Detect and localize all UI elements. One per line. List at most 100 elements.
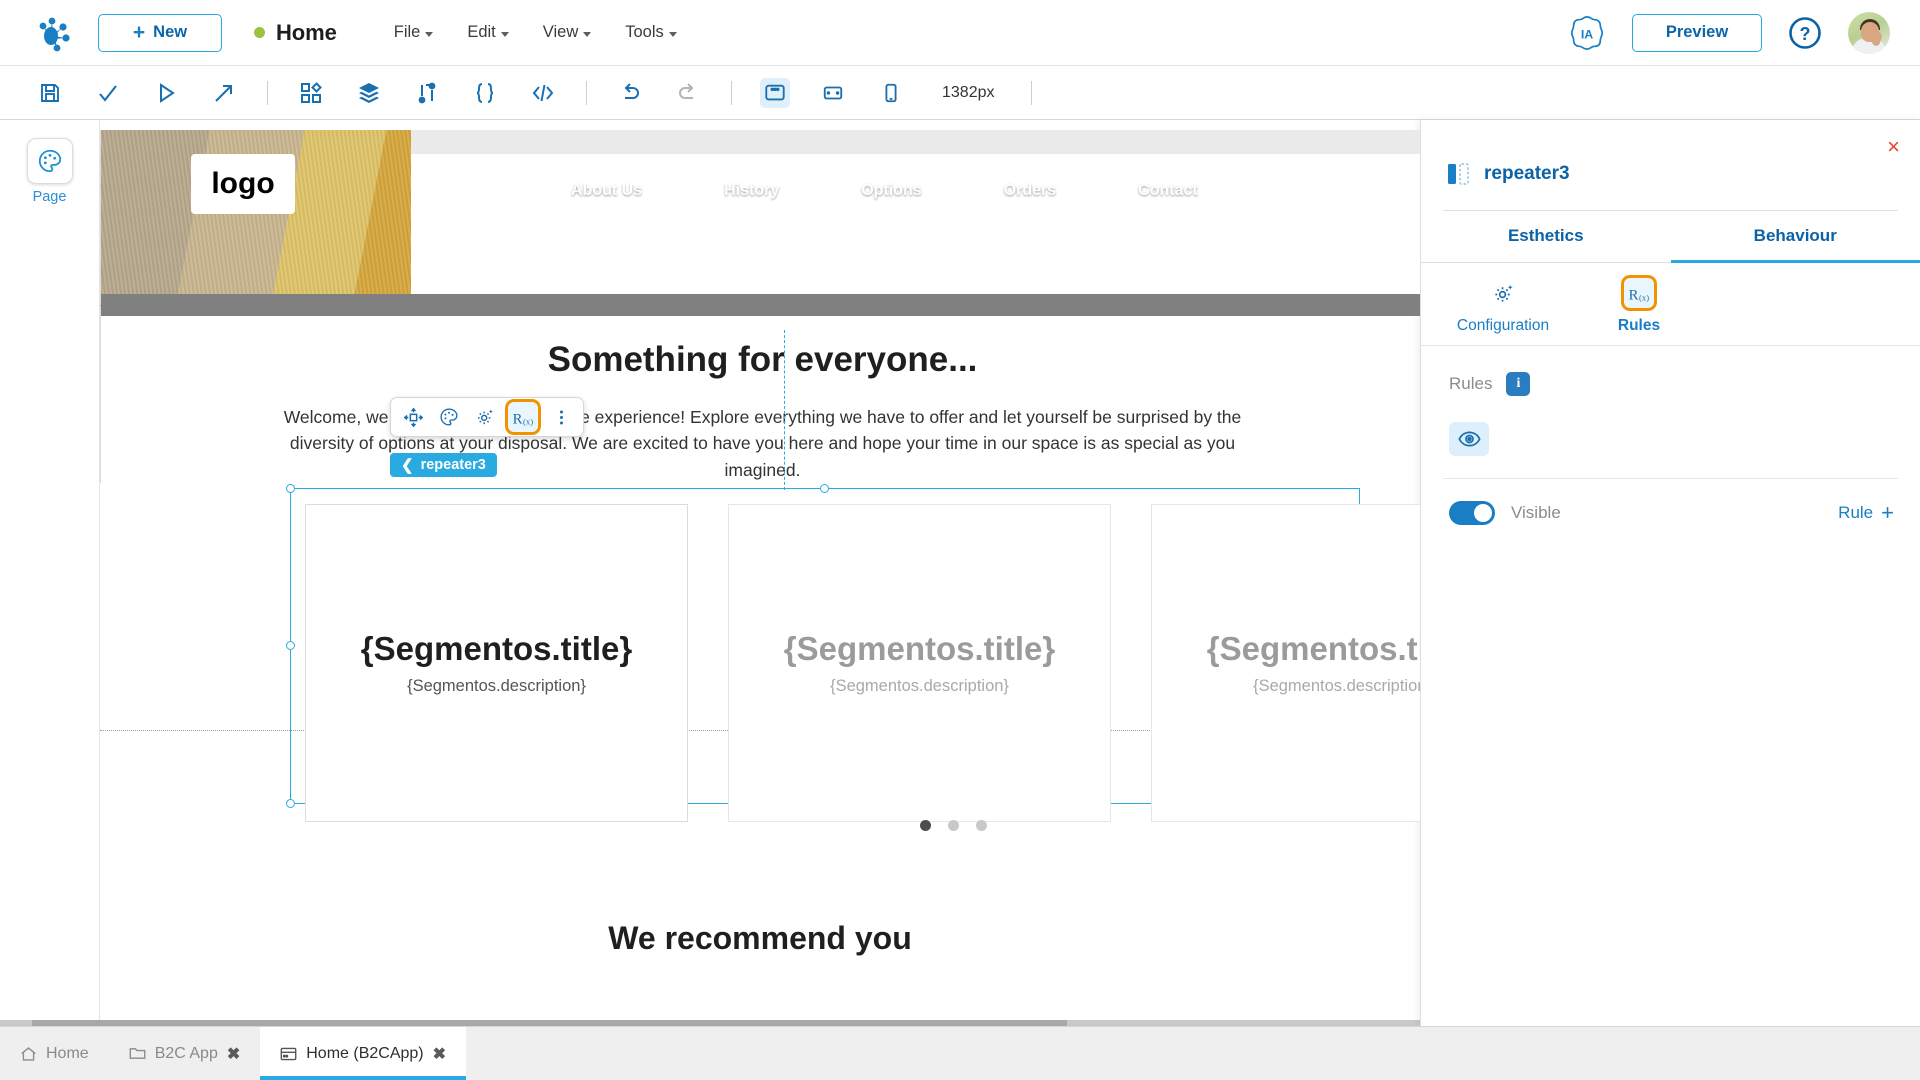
plus-icon: + — [1881, 500, 1894, 525]
subtab-configuration[interactable]: Configuration — [1449, 275, 1557, 335]
element-toolbar[interactable]: R (x) — [390, 397, 584, 437]
palette-icon[interactable] — [433, 402, 465, 432]
undo-icon[interactable] — [615, 78, 645, 108]
preview-button[interactable]: Preview — [1632, 13, 1762, 52]
bottom-tab-b2c-app[interactable]: B2C App ✖ — [109, 1027, 261, 1080]
carousel-dot[interactable] — [948, 820, 959, 831]
svg-text:(x): (x) — [1639, 292, 1649, 302]
panel-sub-tabs: Configuration R (x) Rules — [1421, 263, 1920, 346]
folder-icon — [129, 1048, 146, 1059]
panel-header: repeater3 — [1421, 120, 1920, 186]
avatar[interactable] — [1848, 11, 1890, 54]
site-logo: logo — [191, 154, 295, 214]
more-options-icon[interactable] — [545, 402, 577, 432]
subtab-rules-label: Rules — [1617, 317, 1661, 334]
carousel-dot[interactable] — [920, 820, 931, 831]
resize-handle[interactable] — [286, 641, 295, 650]
mobile-view-icon[interactable] — [876, 78, 906, 108]
nav-about-us[interactable]: About Us — [571, 182, 642, 200]
plus-icon: + — [132, 21, 146, 44]
editor-toolbar: 1382px — [0, 66, 1920, 120]
resize-handle[interactable] — [286, 799, 295, 808]
bottom-tab-bar: Home B2C App ✖ Home (B2CApp) ✖ — [0, 1026, 1920, 1080]
menu-file[interactable]: File — [377, 17, 451, 48]
card-item[interactable]: {Segmentos.title} {Segmentos.description… — [728, 504, 1111, 822]
panel-tabs: Esthetics Behaviour — [1421, 211, 1920, 263]
menu-edit-label: Edit — [467, 23, 496, 41]
hero-title: Something for everyone... — [547, 340, 978, 379]
close-icon[interactable]: ✖ — [227, 1044, 240, 1064]
nav-options[interactable]: Options — [861, 182, 921, 200]
chevron-down-icon — [583, 31, 592, 37]
new-button-label: New — [153, 23, 188, 41]
bottom-tab-home[interactable]: Home — [0, 1027, 109, 1080]
status-dot — [254, 27, 265, 38]
layers-icon[interactable] — [354, 78, 384, 108]
page-status: Home — [254, 20, 337, 46]
settings-ai-icon[interactable] — [469, 402, 501, 432]
tablet-view-icon[interactable] — [818, 78, 848, 108]
desktop-view-icon[interactable] — [760, 77, 790, 108]
chevron-down-icon — [668, 31, 677, 37]
carousel-dots — [920, 820, 987, 831]
card-item[interactable]: {Segmentos.title} {Segmentos.description… — [1151, 504, 1420, 822]
nav-orders[interactable]: Orders — [1004, 182, 1056, 200]
code-icon[interactable] — [528, 78, 558, 108]
add-rule-button[interactable]: Rule + — [1838, 502, 1894, 524]
subtab-rules[interactable]: R (x) Rules — [1585, 275, 1693, 335]
properties-panel: × repeater3 Esthetics Behaviour Configur… — [1420, 120, 1920, 1026]
info-icon[interactable]: i — [1506, 372, 1531, 396]
svg-text:R: R — [513, 411, 523, 427]
tab-behaviour[interactable]: Behaviour — [1670, 211, 1920, 263]
ia-badge-icon[interactable]: IA — [1568, 14, 1606, 52]
hero-content-panel — [411, 154, 1420, 294]
braces-icon[interactable] — [470, 78, 500, 108]
menu-edit[interactable]: Edit — [450, 17, 525, 48]
menu-tools[interactable]: Tools — [608, 17, 694, 48]
rules-icon[interactable]: R (x) — [505, 399, 541, 435]
menu-view-label: View — [542, 23, 579, 41]
home-icon — [21, 1046, 36, 1061]
svg-text:IA: IA — [1581, 27, 1593, 41]
components-icon[interactable] — [296, 78, 326, 108]
dataflow-icon[interactable] — [412, 78, 442, 108]
chevron-left-icon: ❮ — [401, 457, 414, 474]
visible-toggle[interactable] — [1449, 501, 1495, 525]
close-icon[interactable]: ✖ — [433, 1044, 446, 1064]
check-icon[interactable] — [93, 78, 123, 108]
save-icon[interactable] — [35, 78, 65, 108]
nav-contact[interactable]: Contact — [1138, 182, 1198, 200]
new-button[interactable]: + New — [98, 13, 222, 52]
second-section-title: We recommend you — [608, 920, 912, 956]
viewport-width-label[interactable]: 1382px — [942, 84, 995, 102]
resize-handle[interactable] — [286, 484, 295, 493]
frog-logo[interactable] — [30, 12, 76, 54]
bottom-tab-home-b2capp[interactable]: Home (B2CApp) ✖ — [260, 1027, 467, 1080]
card-description: {Segmentos.description} — [830, 677, 1009, 695]
resize-handle[interactable] — [820, 484, 829, 493]
chevron-down-icon — [425, 31, 434, 37]
tab-esthetics[interactable]: Esthetics — [1421, 211, 1671, 263]
repeater-cards: {Segmentos.title} {Segmentos.description… — [305, 504, 1420, 822]
canvas-area[interactable]: logo About Us History Options Orders Con… — [100, 120, 1420, 1000]
eye-icon[interactable] — [1449, 422, 1489, 456]
deploy-icon[interactable] — [209, 78, 239, 108]
menu-view[interactable]: View — [526, 17, 608, 48]
redo-icon[interactable] — [673, 78, 703, 108]
card-item[interactable]: {Segmentos.title} {Segmentos.description… — [305, 504, 688, 822]
run-icon[interactable] — [151, 78, 181, 108]
help-icon[interactable]: ? — [1788, 16, 1822, 50]
selection-guide-line — [784, 330, 785, 490]
bottom-tab-b2c-app-label: B2C App — [154, 1044, 218, 1062]
carousel-dot[interactable] — [976, 820, 987, 831]
toolbar-separator — [586, 80, 587, 105]
chevron-down-icon — [500, 31, 509, 37]
element-tag-repeater3[interactable]: ❮ repeater3 — [390, 453, 497, 477]
toolbar-separator — [731, 80, 732, 105]
nav-history[interactable]: History — [724, 182, 779, 200]
site-nav: About Us History Options Orders Contact — [571, 182, 1198, 200]
close-icon[interactable]: × — [1887, 134, 1900, 160]
sidebar-item-page[interactable]: Page — [0, 138, 99, 205]
move-icon[interactable] — [397, 402, 429, 432]
bottom-tab-home-label: Home — [46, 1044, 89, 1062]
